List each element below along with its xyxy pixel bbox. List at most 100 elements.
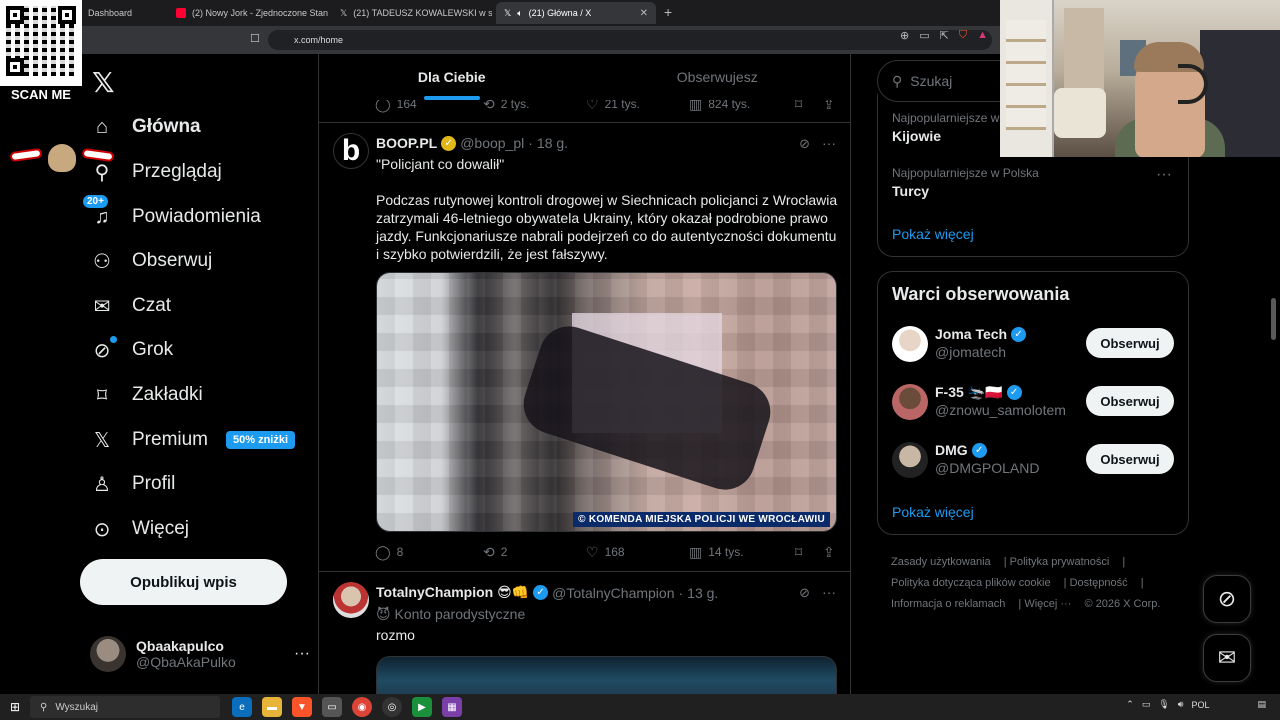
zoom-icon[interactable]: ⊕ [900, 29, 909, 42]
taskbar-search[interactable]: ⚲ Wyszukaj [30, 696, 220, 718]
more-icon[interactable]: ··· [1156, 166, 1172, 184]
scrollbar[interactable] [1271, 298, 1276, 340]
home-icon: ⌂ [95, 115, 109, 138]
nav-notifications[interactable]: ♫ 20+ Powiadomienia [82, 193, 261, 239]
author-handle[interactable]: @TotalnyChampion [552, 585, 674, 601]
author-name[interactable]: TotalnyChampion 😎👊 [376, 584, 529, 601]
grok-fab-icon[interactable]: ⊘ [1203, 575, 1251, 623]
brave-shield-icon[interactable]: ⛉ [959, 29, 967, 42]
tab-youtube[interactable]: (2) Nowy Jork - Zjednoczone Stany N [168, 2, 328, 24]
app-icon[interactable]: ▭ [322, 697, 342, 717]
x-logo-icon[interactable]: 𝕏 [92, 66, 115, 99]
reply-button[interactable]: ◯ 8 [375, 544, 483, 561]
footer-link[interactable]: Dostępność [1070, 577, 1128, 589]
follow-button[interactable]: Obserwuj [1086, 444, 1174, 474]
show-more-trends-link[interactable]: Pokaż więcej [892, 226, 974, 242]
network-icon[interactable]: ▭ [1142, 699, 1151, 710]
trend-context: Najpopularniejsze w Polska [892, 166, 1039, 180]
system-tray: ⌃ ▭ 🎙︎ 🔊︎ POL ▤ [1126, 699, 1266, 710]
trend-item[interactable]: Turcy [892, 183, 929, 199]
nav-home[interactable]: ⌂ Główna [90, 105, 201, 149]
parody-label: 😈 Konto parodystyczne [376, 606, 526, 622]
url-field[interactable]: x.com/home [268, 30, 992, 50]
obs-icon[interactable]: ◎ [382, 697, 402, 717]
app-icon[interactable]: ▦ [442, 697, 462, 717]
more-icon[interactable]: ··· [822, 584, 836, 600]
volume-icon[interactable]: 🔊︎ [1178, 699, 1184, 710]
nav-bookmarks[interactable]: ⌑ Zakładki [90, 373, 203, 417]
nav-chat[interactable]: ✉ Czat [90, 284, 171, 328]
account-name: Joma Tech [935, 326, 1008, 342]
notifications-icon[interactable]: ▤ [1257, 699, 1266, 710]
chevron-up-icon[interactable]: ⌃ [1126, 699, 1134, 710]
follow-suggestion[interactable]: F-35 🛬🇵🇱 ✓ @znowu_samolotem Obserwuj [892, 382, 1174, 422]
nav-more[interactable]: ⊙ Więcej [90, 507, 189, 551]
tab-x-home[interactable]: 𝕏 🔈︎ (21) Główna / X ✕ [496, 2, 656, 24]
account-switcher[interactable]: Qbaakapulco @QbaAkaPulko ··· [90, 632, 310, 676]
nav-grok[interactable]: ⊘ Grok [90, 328, 173, 372]
footer-link[interactable]: Informacja o reklamach [891, 598, 1005, 610]
microphone-icon[interactable]: 🎙︎ [1158, 699, 1169, 710]
tweet-text-title: "Policjant co dowalił" [376, 156, 505, 172]
tweet[interactable]: TotalnyChampion 😎👊 ✓ @TotalnyChampion · … [319, 572, 850, 694]
show-more-follow-link[interactable]: Pokaż więcej [892, 504, 974, 520]
grok-icon[interactable]: ⊘ [799, 136, 810, 152]
edge-icon[interactable]: e [232, 697, 252, 717]
bookmark-icon[interactable]: ☐ [250, 32, 260, 45]
follow-button[interactable]: Obserwuj [1086, 386, 1174, 416]
tweet-media[interactable] [376, 656, 837, 694]
new-tab-button[interactable]: + [664, 4, 672, 20]
follow-suggestion[interactable]: DMG ✓ @DMGPOLAND Obserwuj [892, 440, 1174, 480]
brave-rewards-icon[interactable]: ▲ [977, 29, 988, 42]
timestamp[interactable]: 18 g. [537, 135, 568, 151]
footer-link[interactable]: Polityka dotycząca plików cookie [891, 577, 1051, 589]
chrome-icon[interactable]: ◉ [352, 697, 372, 717]
grok-icon[interactable]: ⊘ [799, 585, 810, 601]
nav-premium[interactable]: 𝕏 Premium 50% zniżki [90, 418, 296, 462]
footer-link[interactable]: Polityka prywatności [1010, 556, 1110, 568]
nav-label: Przeglądaj [132, 161, 222, 182]
footer-link[interactable]: Zasady użytkowania [891, 556, 991, 568]
share-icon[interactable]: ⇱ [940, 29, 949, 42]
tab-dashboard[interactable]: Dashboard [80, 2, 168, 24]
follow-suggestion[interactable]: Joma Tech ✓ @jomatech Obserwuj [892, 324, 1174, 364]
more-icon[interactable]: ··· [822, 135, 836, 151]
messages-fab-icon[interactable]: ✉ [1203, 634, 1251, 682]
tweet[interactable]: b BOOP.PL ✓ @boop_pl · 18 g. ⊘ ··· "Poli… [319, 123, 850, 571]
nav-profile[interactable]: ♙ Profil [90, 462, 175, 506]
repost-button[interactable]: ⟲ 2 [483, 544, 586, 561]
taskbar-apps: e ▬ ▼ ▭ ◉ ◎ ▶ ▦ [232, 697, 462, 717]
close-tab-icon[interactable]: ✕ [640, 8, 648, 19]
avatar [333, 582, 369, 618]
bookmark-button[interactable]: ⌑ [795, 544, 823, 561]
tab-x-kowalewski[interactable]: 𝕏 (21) TADEUSZ KOWALEWSKI w serwi [332, 2, 492, 24]
cast-icon[interactable]: ▭ [919, 29, 929, 42]
views-button[interactable]: ▥ 14 tys. [689, 544, 795, 561]
tab-for-you[interactable]: Dla Ciebie [319, 54, 585, 100]
language-indicator[interactable]: POL [1191, 700, 1209, 710]
brave-icon[interactable]: ▼ [292, 697, 312, 717]
file-explorer-icon[interactable]: ▬ [262, 697, 282, 717]
app-icon[interactable]: ▶ [412, 697, 432, 717]
tab-label: Dashboard [88, 8, 133, 18]
author-handle[interactable]: @boop_pl [460, 135, 524, 151]
trend-item[interactable]: Kijowie [892, 128, 941, 144]
tweet-video[interactable]: © KOMENDA MIEJSKA POLICJI WE WROCŁAWIU [376, 272, 837, 532]
footer-link[interactable]: Więcej ··· [1024, 598, 1071, 610]
heart-icon: ♡ [586, 543, 599, 560]
windows-start-icon[interactable]: ⊞ [0, 700, 30, 714]
tab-following[interactable]: Obserwujesz [585, 54, 851, 100]
address-bar-icons: ⊕ ▭ ⇱ ⛉ ▲ [900, 29, 988, 42]
like-button[interactable]: ♡ 168 [586, 544, 689, 561]
timestamp[interactable]: 13 g. [687, 585, 718, 601]
post-button[interactable]: Opublikuj wpis [80, 559, 287, 605]
author-name[interactable]: BOOP.PL [376, 135, 437, 151]
follow-button[interactable]: Obserwuj [1086, 328, 1174, 358]
verified-badge-icon: ✓ [1006, 385, 1022, 400]
more-icon[interactable]: ··· [294, 645, 310, 663]
search-placeholder: Szukaj [910, 73, 953, 89]
bookmark-icon: ⌑ [795, 543, 803, 560]
nav-follow[interactable]: ⚇ Obserwuj [90, 239, 212, 283]
avatar [892, 384, 928, 420]
share-button[interactable]: ⇪ [823, 544, 835, 561]
